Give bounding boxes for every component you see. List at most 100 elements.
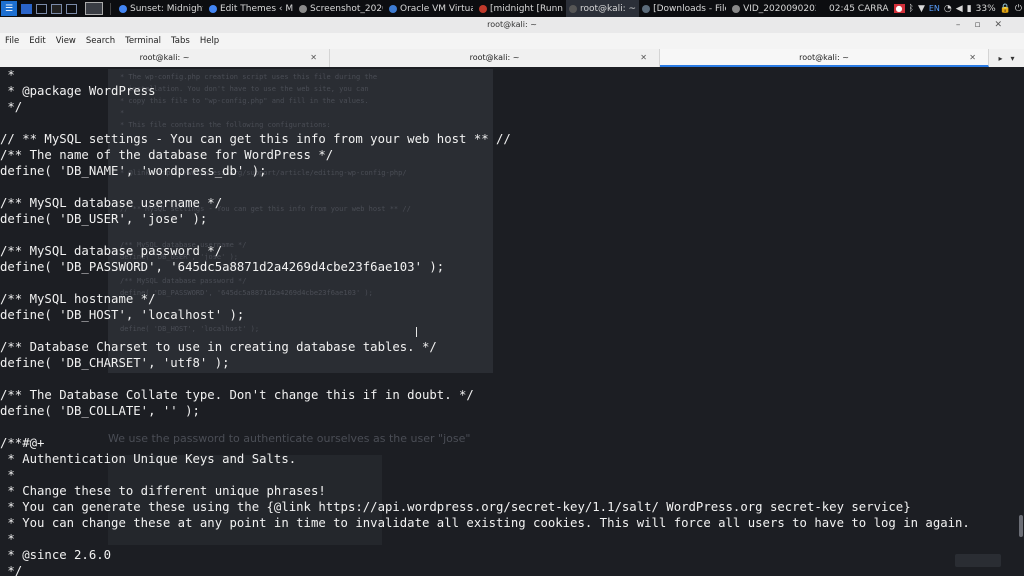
task-label: [Downloads - File... [653,3,726,14]
task-app-icon [642,4,651,13]
taskbar-task[interactable]: [Downloads - File... [639,0,729,17]
terminal-line: * Change these to different unique phras… [0,484,326,498]
menu-terminal[interactable]: Terminal [120,36,166,46]
task-app-icon [119,4,127,13]
terminal-line: define( 'DB_COLLATE', '' ); [0,404,200,418]
task-label: Screenshot_2020... [310,3,383,14]
recording-icon[interactable]: ● [893,4,905,13]
terminal-scrollbar[interactable] [1016,67,1024,576]
notifications-icon[interactable]: ◔ [944,4,952,14]
terminal-line: * [0,468,15,482]
tab-menu-icon[interactable]: ▾ [1011,54,1015,63]
terminal-line: * [0,532,15,546]
terminal-line: * You can change these at any point in t… [0,516,970,530]
terminal-line: // ** MySQL settings - You can get this … [0,132,511,146]
tab-bar: root@kali: ~ ✕ root@kali: ~ ✕ root@kali:… [0,49,1024,67]
menu-view[interactable]: View [51,36,81,46]
terminal-line: /** MySQL hostname */ [0,292,156,306]
terminal-line: /** Database Charset to use in creating … [0,340,437,354]
taskbar-task[interactable]: Screenshot_2020... [296,0,386,17]
minimize-icon[interactable]: – [956,20,975,30]
lock-icon[interactable]: 🔒 [1000,4,1011,14]
tab-label: root@kali: ~ [139,53,190,62]
tab-2[interactable]: root@kali: ~ ✕ [330,49,660,67]
menu-search[interactable]: Search [81,36,120,46]
menu-edit[interactable]: Edit [24,36,50,46]
terminal-line: define( 'DB_HOST', 'localhost' ); [0,308,245,322]
battery-icon[interactable]: ▮ [967,4,972,14]
task-app-icon [389,4,397,13]
terminal-line: * [0,68,15,82]
task-label: VID_2020090202... [743,3,816,14]
panel-separator [110,2,111,15]
tab-3[interactable]: root@kali: ~ ✕ [660,49,989,67]
task-list: Sunset: Midnight ... Edit Themes ‹ Mid...… [116,0,819,17]
network-icon[interactable]: ▼ [918,4,925,14]
menu-file[interactable]: File [0,36,24,46]
terminal-line: /**#@+ [0,436,45,450]
terminal-line: define( 'DB_CHARSET', 'utf8' ); [0,356,230,370]
terminal-line: * @since 2.6.0 [0,548,112,562]
task-label: root@kali: ~ [580,3,637,14]
file-manager-icon[interactable] [36,3,47,14]
taskbar-task[interactable]: VID_2020090202... [729,0,819,17]
task-label: Oracle VM Virtual... [400,3,473,14]
mouse-cursor [416,327,417,337]
terminal-line: define( 'DB_USER', 'jose' ); [0,212,208,226]
taskbar-task[interactable]: Sunset: Midnight ... [116,0,206,17]
scrollbar-thumb[interactable] [1019,515,1023,537]
terminal-line: /** MySQL database password */ [0,244,223,258]
terminal-line: * You can generate these using the {@lin… [0,500,911,514]
kali-menu-icon[interactable]: ☰ [1,1,17,16]
close-tab-icon[interactable]: ✕ [640,49,647,67]
task-label: Edit Themes ‹ Mid... [220,3,293,14]
window-title: root@kali: ~ [487,20,537,29]
battery-level: 33% [975,3,996,14]
taskbar-task[interactable]: [midnight [Runnin... [476,0,566,17]
clock[interactable]: 02:45 CARRA [829,4,889,14]
taskbar-task[interactable]: Oracle VM Virtual... [386,0,476,17]
task-label: Sunset: Midnight ... [130,3,203,14]
taskbar-task[interactable]: root@kali: ~ [566,0,640,17]
task-label: [midnight [Runnin... [490,3,563,14]
tab-1[interactable]: root@kali: ~ ✕ [0,49,330,67]
task-app-icon [569,4,577,13]
terminal-line: */ [0,100,23,114]
task-app-icon [732,4,741,13]
bluetooth-icon[interactable]: ᛒ [909,4,914,14]
menu-help[interactable]: Help [195,36,224,46]
terminal-line: define( 'DB_PASSWORD', '645dc5a8871d2a42… [0,260,445,274]
workspace-switcher-icon[interactable] [85,2,103,15]
keyboard-layout[interactable]: EN [929,4,940,13]
browser-launcher-icon[interactable] [66,3,77,14]
tab-label: root@kali: ~ [469,53,520,62]
terminal-line: /** The Database Collate type. Don't cha… [0,388,474,402]
tab-label: root@kali: ~ [799,53,849,62]
terminal-launcher-icon[interactable] [51,3,62,14]
close-window-icon[interactable]: ✕ [994,20,1016,30]
maximize-icon[interactable]: ▫ [974,20,994,30]
terminal-output: * * @package WordPress */ // ** MySQL set… [0,67,970,576]
terminal-area[interactable]: * The wp-config.php creation script uses… [0,67,1024,576]
menu-tabs[interactable]: Tabs [166,36,195,46]
terminal-line: * @package WordPress [0,84,156,98]
task-app-icon [479,4,487,13]
terminal-line: * Authentication Unique Keys and Salts. [0,452,297,466]
show-desktop-icon[interactable] [21,3,32,14]
menu-bar: File Edit View Search Terminal Tabs Help [0,33,1024,49]
system-tray: 02:45 CARRA ● ᛒ ▼ EN ◔ ◀ ▮ 33% 🔒 ⏻ [827,0,1024,17]
new-tab-icon[interactable]: ▸ [998,54,1002,63]
close-tab-icon[interactable]: ✕ [969,49,976,67]
terminal-line: /** MySQL database username */ [0,196,223,210]
volume-icon[interactable]: ◀ [956,4,963,14]
taskbar-task[interactable]: Edit Themes ‹ Mid... [206,0,296,17]
close-tab-icon[interactable]: ✕ [310,49,317,67]
power-icon[interactable]: ⏻ [1015,4,1022,14]
